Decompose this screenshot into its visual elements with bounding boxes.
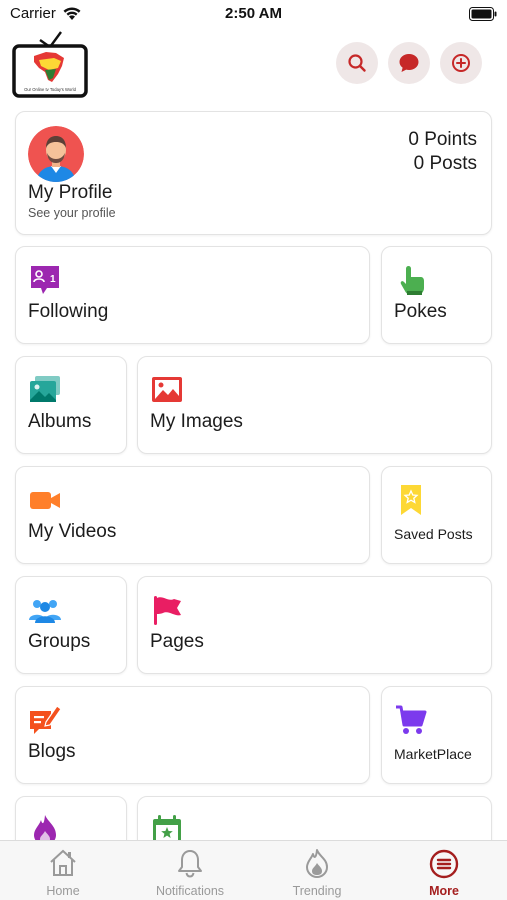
albums-icon bbox=[30, 376, 60, 402]
my-videos-card[interactable]: My Videos bbox=[15, 466, 370, 564]
group-icon bbox=[29, 600, 61, 623]
tab-trending-label: Trending bbox=[292, 884, 342, 898]
tab-home[interactable]: Home bbox=[0, 841, 126, 900]
saved-posts-card[interactable]: Saved Posts bbox=[381, 466, 492, 564]
app-logo[interactable]: Our Online tv Today's World bbox=[12, 30, 88, 98]
flame-icon bbox=[306, 849, 328, 878]
menu-circle-icon bbox=[429, 849, 459, 879]
tab-notifications[interactable]: Notifications bbox=[127, 841, 253, 900]
blogs-card[interactable]: Blogs bbox=[15, 686, 370, 784]
blogs-label: Blogs bbox=[28, 741, 76, 762]
clock: 2:50 AM bbox=[225, 5, 282, 22]
bell-icon bbox=[178, 850, 202, 878]
home-icon bbox=[50, 849, 76, 876]
status-bar: Carrier 2:50 AM bbox=[0, 0, 507, 30]
chat-bubble-icon bbox=[399, 54, 419, 72]
events-card[interactable] bbox=[137, 796, 492, 840]
svg-text:Our Online tv Today's World: Our Online tv Today's World bbox=[24, 87, 77, 92]
pointing-hand-icon bbox=[400, 266, 424, 295]
plus-circle-icon bbox=[452, 54, 470, 72]
marketplace-card[interactable]: MarketPlace bbox=[381, 686, 492, 784]
more-menu: My Profile See your profile 0 Points 0 P… bbox=[0, 108, 507, 840]
calendar-star-icon bbox=[153, 815, 181, 840]
pokes-card[interactable]: Pokes bbox=[381, 246, 492, 344]
albums-label: Albums bbox=[28, 411, 92, 432]
cart-icon bbox=[396, 705, 427, 734]
profile-subtitle: See your profile bbox=[28, 206, 116, 220]
pages-label: Pages bbox=[150, 631, 204, 652]
tab-more[interactable]: More bbox=[381, 841, 507, 900]
bottom-tab-bar: Home Notifications Trending More bbox=[0, 840, 507, 900]
groups-label: Groups bbox=[28, 631, 91, 652]
posts-count: 0 Posts bbox=[413, 153, 477, 174]
battery-icon bbox=[469, 7, 497, 21]
points-count: 0 Points bbox=[408, 129, 477, 150]
tab-home-label: Home bbox=[46, 884, 80, 898]
tab-more-label: More bbox=[429, 884, 459, 898]
tab-trending[interactable]: Trending bbox=[254, 841, 380, 900]
flag-icon bbox=[154, 596, 181, 625]
my-videos-label: My Videos bbox=[28, 521, 117, 542]
saved-posts-label: Saved Posts bbox=[394, 526, 473, 542]
tab-notifications-label: Notifications bbox=[155, 884, 225, 898]
following-label: Following bbox=[28, 301, 109, 322]
svg-text:1: 1 bbox=[50, 274, 56, 285]
following-icon: 1 bbox=[31, 266, 59, 294]
video-camera-icon bbox=[30, 492, 60, 509]
profile-name: My Profile bbox=[28, 182, 113, 203]
albums-card[interactable]: Albums bbox=[15, 356, 127, 454]
image-icon bbox=[152, 377, 182, 402]
bookmark-star-icon bbox=[401, 485, 421, 515]
messages-button[interactable] bbox=[388, 42, 430, 84]
my-images-card[interactable]: My Images bbox=[137, 356, 492, 454]
profile-stats: 0 Points 0 Posts bbox=[408, 128, 477, 176]
profile-card[interactable]: My Profile See your profile 0 Points 0 P… bbox=[15, 111, 492, 235]
search-icon bbox=[348, 54, 366, 72]
pages-card[interactable]: Pages bbox=[137, 576, 492, 674]
groups-card[interactable]: Groups bbox=[15, 576, 127, 674]
marketplace-label: MarketPlace bbox=[394, 746, 472, 762]
my-images-label: My Images bbox=[150, 411, 243, 432]
pokes-label: Pokes bbox=[394, 301, 447, 322]
avatar bbox=[28, 126, 84, 182]
flame-drop-icon bbox=[34, 815, 56, 840]
blog-edit-icon bbox=[30, 705, 62, 734]
fundings-card[interactable] bbox=[15, 796, 127, 840]
search-button[interactable] bbox=[336, 42, 378, 84]
add-button[interactable] bbox=[440, 42, 482, 84]
following-card[interactable]: 1 Following bbox=[15, 246, 370, 344]
app-header: Our Online tv Today's World bbox=[0, 28, 507, 100]
